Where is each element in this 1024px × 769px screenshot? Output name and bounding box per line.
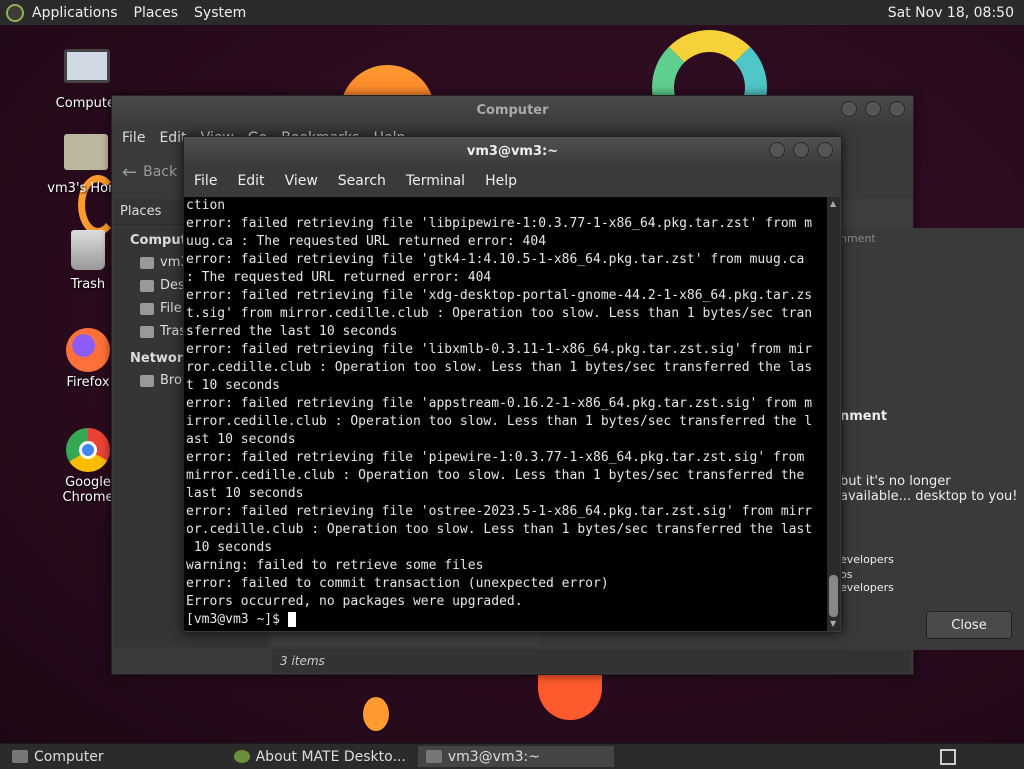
terminal-line: error: failed retrieving file 'gtk4-1:4.…	[186, 252, 805, 267]
about-label: nment	[840, 232, 876, 245]
credits-line: evelopers	[840, 553, 894, 566]
minimize-button[interactable]	[769, 142, 785, 158]
trash-icon	[71, 230, 105, 270]
places-menu[interactable]: Places	[126, 5, 187, 21]
about-description: but it's no longer available... desktop …	[840, 474, 1018, 504]
firefox-icon	[66, 328, 110, 372]
trash-icon	[140, 325, 154, 338]
mate-logo-icon[interactable]	[6, 3, 24, 22]
terminal-line: error: failed retrieving file 'libxmlb-0…	[186, 342, 813, 357]
terminal-line: sferred the last 10 seconds	[186, 324, 398, 339]
terminal-screen[interactable]: ction error: failed retrieving file 'libp…	[184, 197, 827, 631]
menu-edit[interactable]: Edit	[237, 173, 264, 189]
terminal-line: irror.cedille.club : Operation too slow.…	[186, 414, 813, 429]
applications-menu[interactable]: Applications	[24, 5, 126, 21]
home-icon	[140, 256, 154, 269]
back-arrow-icon[interactable]: ←	[122, 162, 137, 183]
scroll-up-icon[interactable]: ▲	[830, 199, 836, 208]
minimize-button[interactable]	[841, 101, 857, 117]
window-title: vm3@vm3:~	[466, 143, 559, 159]
terminal-line: last 10 seconds	[186, 486, 304, 501]
menu-help[interactable]: Help	[485, 173, 517, 189]
terminal-line: error: failed retrieving file 'appstream…	[186, 396, 813, 411]
terminal-line: error: failed retrieving file 'ostree-20…	[186, 504, 813, 519]
menu-search[interactable]: Search	[338, 173, 386, 189]
terminal-line: error: failed retrieving file 'xdg-deskt…	[186, 288, 813, 303]
title-bar[interactable]: Computer	[112, 96, 913, 124]
terminal-line: 10 seconds	[186, 540, 273, 555]
title-bar[interactable]: vm3@vm3:~	[184, 137, 841, 165]
scrollbar-thumb[interactable]	[829, 575, 838, 617]
close-button[interactable]: Close	[926, 611, 1012, 639]
drive-icon	[140, 302, 154, 315]
terminal-icon	[425, 750, 442, 763]
terminal-line: t 10 seconds	[186, 378, 280, 393]
taskbar-item-about[interactable]: About MATE Deskto...	[226, 746, 414, 767]
desktop-icon	[140, 279, 154, 292]
credits-line: evelopers	[840, 581, 894, 594]
taskbar-item-terminal[interactable]: vm3@vm3:~	[417, 746, 614, 767]
terminal-line: or.cedille.club : Operation too slow. Le…	[186, 522, 813, 537]
maximize-button[interactable]	[793, 142, 809, 158]
terminal-line: error: failed retrieving file 'libpipewi…	[186, 216, 813, 231]
chrome-icon	[66, 428, 110, 472]
network-icon	[140, 374, 154, 387]
terminal-prompt[interactable]: [vm3@vm3 ~]$	[186, 611, 827, 629]
home-folder-icon	[64, 134, 108, 170]
maximize-button[interactable]	[865, 101, 881, 117]
close-button[interactable]	[817, 142, 833, 158]
menubar: File Edit View Search Terminal Help	[184, 165, 841, 197]
mate-icon	[233, 750, 250, 763]
prompt-text: [vm3@vm3 ~]$	[186, 612, 288, 627]
terminal-line: : The requested URL returned error: 404	[186, 270, 492, 285]
terminal-window: vm3@vm3:~ File Edit View Search Terminal…	[183, 136, 842, 633]
desktop-icon-label: Google Chrome	[62, 475, 114, 505]
computer-icon	[12, 750, 28, 763]
back-button[interactable]: Back	[143, 164, 177, 180]
window-title: Computer	[476, 102, 549, 118]
terminal-line: error: failed to commit transaction (une…	[186, 576, 609, 591]
terminal-line: ror.cedille.club : Operation too slow. L…	[186, 360, 813, 375]
terminal-output: ction error: failed retrieving file 'libp…	[184, 197, 827, 629]
text-cursor	[287, 612, 296, 627]
taskbar-item-label: vm3@vm3:~	[447, 748, 540, 765]
status-bar: 3 items	[272, 649, 911, 673]
scrollbar[interactable]: ▲ ▼	[827, 197, 840, 631]
terminal-line: error: failed retrieving file 'pipewire-…	[186, 450, 805, 465]
bottom-panel: Computer About MATE Deskto... vm3@vm3:~	[0, 743, 1024, 769]
desktop-icon-label: Trash	[70, 277, 106, 292]
taskbar-item-label: Computer	[34, 748, 104, 765]
menu-terminal[interactable]: Terminal	[406, 173, 465, 189]
scroll-down-icon[interactable]: ▼	[830, 619, 836, 628]
terminal-line: warning: failed to retrieve some files	[186, 558, 484, 573]
terminal-line: ction	[186, 198, 226, 213]
terminal-line: mirror.cedille.club : Operation too slow…	[186, 468, 805, 483]
terminal-line: t.sig' from mirror.cedille.club : Operat…	[186, 306, 813, 321]
system-menu[interactable]: System	[186, 5, 254, 21]
menu-view[interactable]: View	[285, 173, 318, 189]
terminal-line: uug.ca : The requested URL returned erro…	[186, 234, 547, 249]
desktop-icon-label: Firefox	[66, 375, 110, 390]
top-panel: Applications Places System Sat Nov 18, 0…	[0, 0, 1024, 26]
taskbar-item-label: About MATE Deskto...	[255, 748, 406, 765]
menu-file[interactable]: File	[122, 130, 145, 146]
terminal-line: Errors occurred, no packages were upgrad…	[186, 594, 523, 609]
computer-icon	[64, 49, 110, 83]
about-heading: nment	[840, 409, 888, 424]
terminal-line: ast 10 seconds	[186, 432, 296, 447]
wallpaper-shape	[363, 697, 389, 731]
close-button[interactable]	[889, 101, 905, 117]
show-desktop-icon[interactable]	[940, 748, 956, 765]
taskbar-item-computer[interactable]: Computer	[4, 746, 112, 767]
menu-file[interactable]: File	[194, 173, 217, 189]
clock[interactable]: Sat Nov 18, 08:50	[888, 5, 1024, 21]
